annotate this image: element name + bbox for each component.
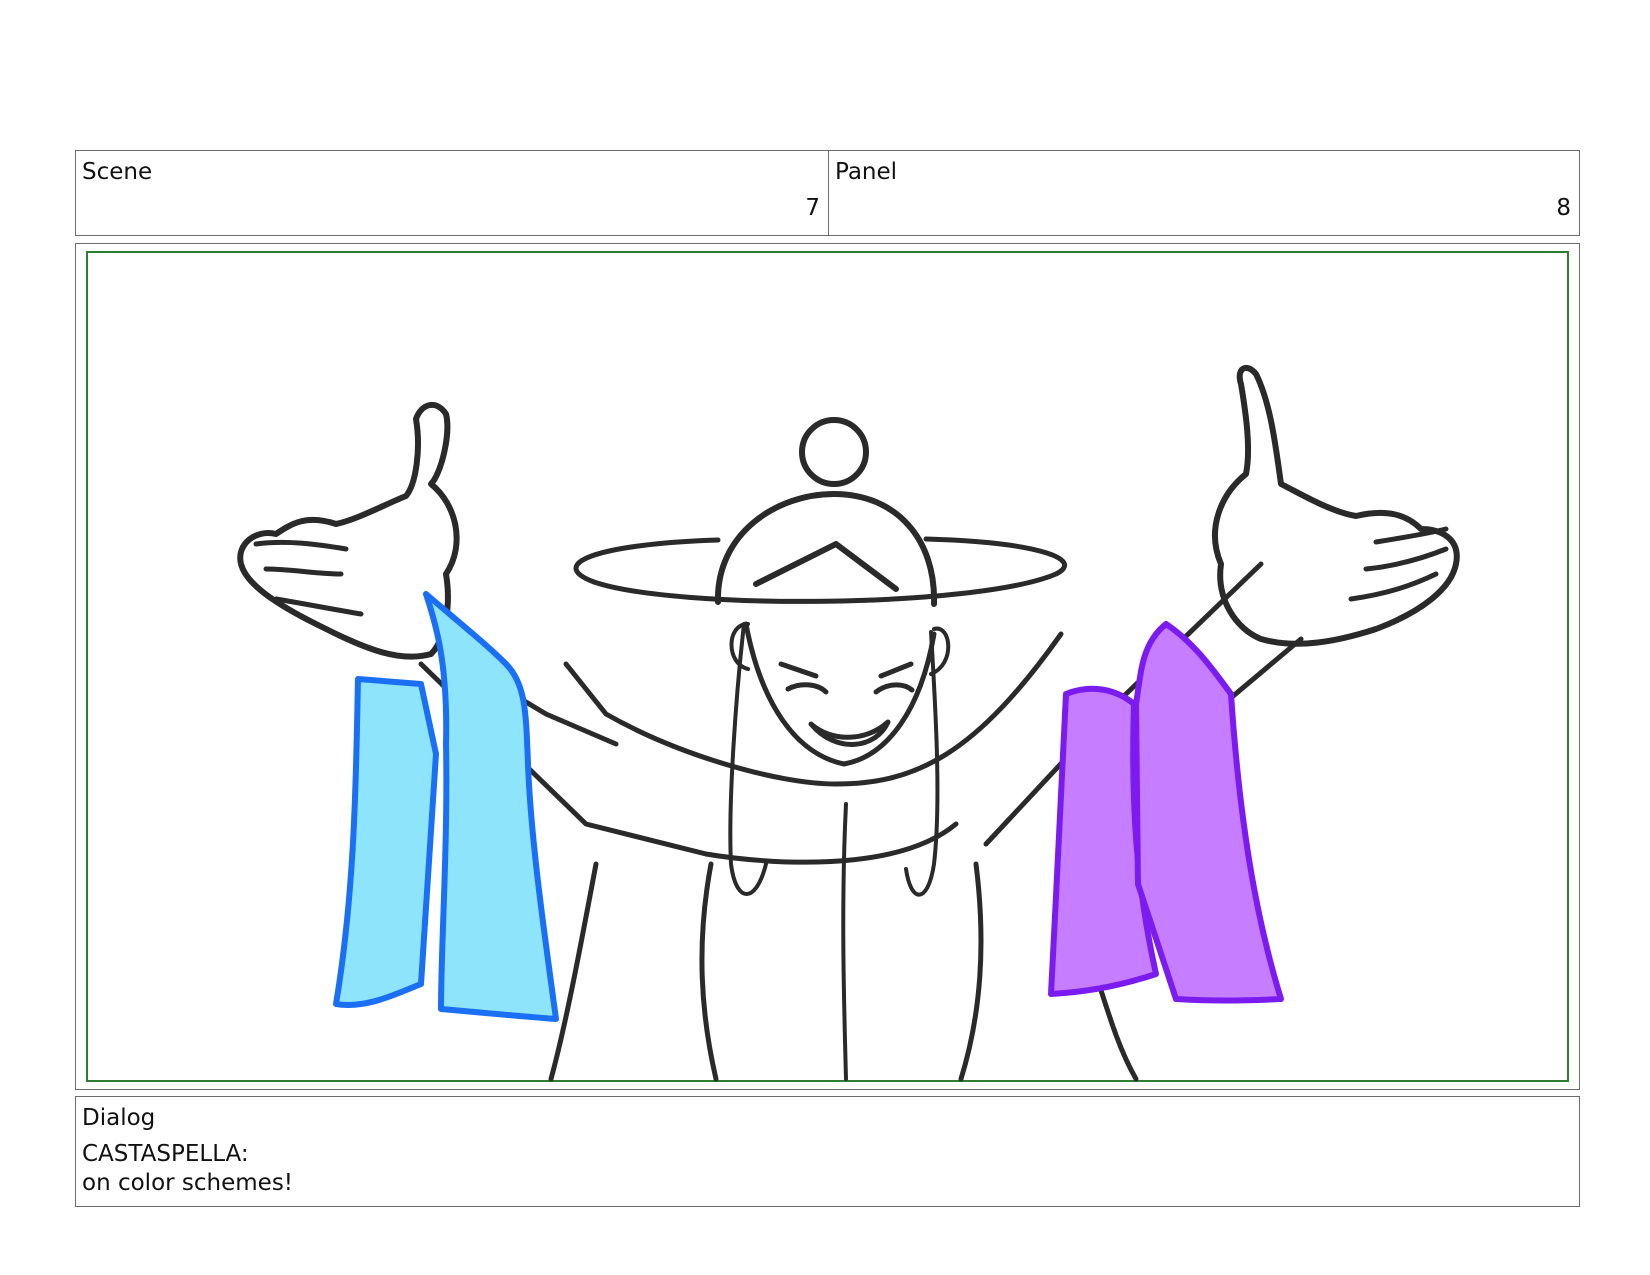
left-scarf <box>333 591 559 1022</box>
neckline <box>703 821 959 865</box>
character-sketch-image <box>86 251 1569 1082</box>
panel-label: Panel <box>835 159 898 185</box>
left-hand <box>237 402 460 660</box>
torso-right <box>958 861 984 1082</box>
panel-cell: Panel 8 <box>829 151 1579 235</box>
right-scarf <box>1048 621 1284 1004</box>
collar <box>563 631 1064 787</box>
right-finger-1 <box>1363 546 1449 572</box>
scene-cell: Scene 7 <box>76 151 829 235</box>
left-eye <box>785 682 829 695</box>
dialog-box: Dialog CASTASPELLA: on color schemes! <box>75 1096 1580 1207</box>
left-brow <box>778 661 819 679</box>
storyboard-header: Scene 7 Panel 8 <box>75 150 1580 236</box>
torso-left <box>699 861 719 1082</box>
left-finger-3 <box>253 539 349 552</box>
halo-ring <box>573 536 1067 604</box>
right-eye <box>873 682 915 695</box>
scene-label: Scene <box>82 159 153 185</box>
right-finger-2 <box>1348 571 1439 602</box>
dialog-label: Dialog <box>82 1105 156 1131</box>
right-brow <box>878 661 914 679</box>
panel-artwork-frame <box>75 243 1580 1090</box>
hair-strand-left <box>728 622 768 896</box>
panel-number: 8 <box>1556 195 1571 221</box>
torso-center <box>841 802 848 1081</box>
hair-bun <box>799 417 869 487</box>
safe-area-border <box>86 251 1569 1082</box>
dialog-speaker: CASTASPELLA: <box>82 1141 249 1167</box>
right-hand <box>1212 364 1460 647</box>
scene-number: 7 <box>805 195 820 221</box>
right-finger-3 <box>1373 526 1449 545</box>
left-finger-1 <box>263 566 344 577</box>
mouth <box>808 719 891 747</box>
left-leg <box>548 861 599 1082</box>
hair-part <box>753 541 899 592</box>
dialog-line: on color schemes! <box>82 1170 294 1196</box>
